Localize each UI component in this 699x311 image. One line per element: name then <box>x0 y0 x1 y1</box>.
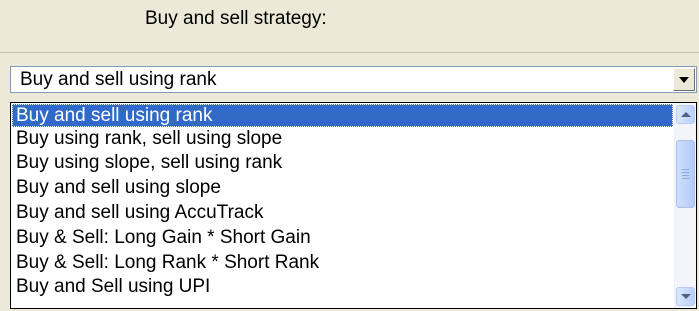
grip-line <box>682 169 689 170</box>
scroll-down-button[interactable] <box>676 287 695 306</box>
dropdown-option[interactable]: Buy and sell using rank <box>12 104 673 127</box>
grip-line <box>682 175 689 176</box>
grip-line <box>682 178 689 179</box>
dropdown-option[interactable]: Buy & Sell: Long Rank * Short Rank <box>12 251 673 274</box>
dropdown-option[interactable]: Buy using rank, sell using slope <box>12 127 673 150</box>
dropdown-option[interactable]: Buy and sell using slope <box>12 176 673 199</box>
scroll-up-button[interactable] <box>676 105 695 124</box>
dropdown-toggle-button[interactable] <box>673 68 695 91</box>
dropdown-option[interactable]: Buy and Sell using UPI <box>12 275 673 298</box>
dropdown-option[interactable]: Buy using slope, sell using rank <box>12 151 673 174</box>
scrollbar-thumb[interactable] <box>676 140 695 208</box>
strategy-form: Buy and sell strategy: Buy and sell usin… <box>0 0 699 311</box>
grip-line <box>682 172 689 173</box>
divider <box>0 52 699 53</box>
combobox-selected-value: Buy and sell using rank <box>20 69 217 90</box>
triangle-down-icon <box>679 77 689 83</box>
vertical-scrollbar[interactable] <box>674 103 696 308</box>
strategy-dropdown-list: Buy and sell using rank Buy using rank, … <box>10 102 697 309</box>
chevron-up-icon <box>681 112 691 117</box>
strategy-label: Buy and sell strategy: <box>145 8 327 29</box>
chevron-down-icon <box>681 294 691 299</box>
strategy-combobox[interactable]: Buy and sell using rank <box>10 66 697 93</box>
dropdown-option[interactable]: Buy & Sell: Long Gain * Short Gain <box>12 226 673 249</box>
dropdown-option[interactable]: Buy and sell using AccuTrack <box>12 201 673 224</box>
